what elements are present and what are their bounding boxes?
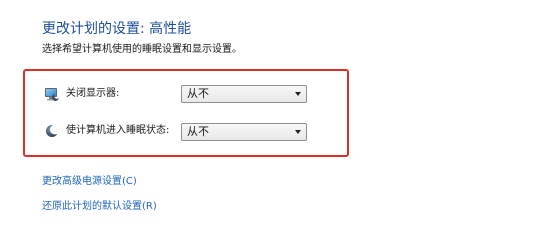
display-off-value: 从不 (187, 87, 209, 100)
moon-icon (44, 123, 60, 139)
monitor-icon (44, 86, 60, 102)
chevron-down-icon (295, 92, 301, 96)
chevron-down-icon (295, 130, 301, 134)
page-title: 更改计划的设置: 高性能 (42, 21, 192, 37)
highlight-box (23, 69, 349, 157)
display-off-select[interactable]: 从不 (181, 85, 307, 103)
setting-row-sleep: 使计算机进入睡眠状态: (44, 121, 180, 141)
sleep-label: 使计算机进入睡眠状态: (66, 125, 170, 136)
display-off-label: 关闭显示器: (66, 88, 120, 99)
sleep-value: 从不 (187, 125, 209, 138)
restore-defaults-link[interactable]: 还原此计划的默认设置(R) (42, 200, 157, 214)
page-subtitle: 选择希望计算机使用的睡眠设置和显示设置。 (42, 44, 242, 55)
setting-row-display: 关闭显示器: (44, 84, 180, 104)
advanced-power-settings-link[interactable]: 更改高级电源设置(C) (42, 175, 137, 189)
sleep-select[interactable]: 从不 (181, 123, 307, 141)
